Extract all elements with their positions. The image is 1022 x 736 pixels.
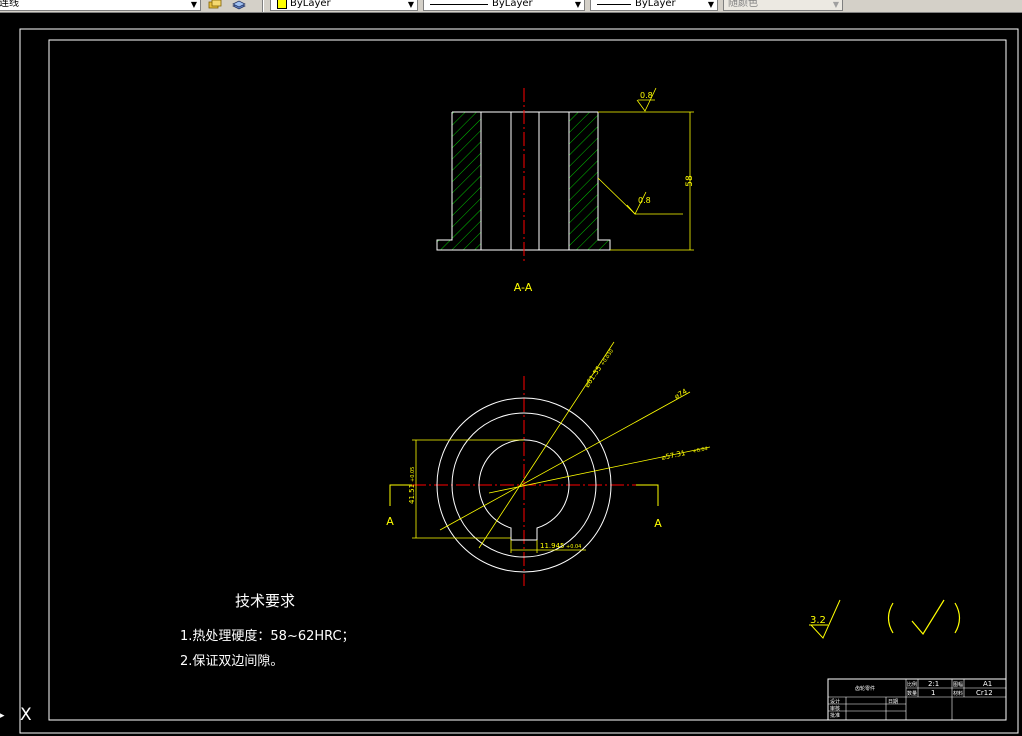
approver-label: 批准	[830, 712, 840, 719]
hatch-flange-left	[437, 240, 452, 250]
ucs-arrow-icon: ▸	[0, 711, 5, 721]
plotstyle-dropdown[interactable]: 随颜色 ▼	[723, 0, 843, 11]
part-name: 齿轮零件	[855, 685, 875, 692]
sheet-value: A1	[983, 680, 992, 688]
tech-title: 技术要求	[235, 592, 295, 610]
linetype-sample	[430, 3, 488, 5]
layer-previous-icon[interactable]	[232, 0, 246, 10]
chevron-down-icon: ▼	[832, 0, 840, 9]
qty-label: 数量	[907, 690, 917, 697]
paren-right	[954, 602, 961, 634]
color-dropdown[interactable]: ByLayer ▼	[270, 0, 418, 11]
roughness-leader	[597, 177, 636, 215]
chevron-down-icon: ▼	[574, 0, 582, 9]
checker-label: 审核	[830, 705, 840, 712]
key-width-tol: +0.04	[566, 544, 581, 550]
tech-item-1: 1.热处理硬度：58~62HRC；	[180, 628, 355, 644]
scale-label: 比例	[907, 681, 917, 688]
dia-outer-leader	[439, 391, 691, 531]
view-label-left: A	[386, 515, 394, 528]
drawing-canvas[interactable]: 58 0.8 0.8 A-A A A ⌀61.55 +0.030 ⌀74 ⌀57…	[0, 12, 1022, 736]
top-view: A A ⌀61.55 +0.030 ⌀74 ⌀57.31 +0.04 41.51…	[386, 341, 711, 586]
dia-small-tol: +0.04	[692, 446, 708, 455]
hatch-left	[452, 112, 481, 250]
linetype2-value: ByLayer	[492, 0, 533, 9]
chevron-down-icon: ▼	[190, 0, 198, 9]
color-value: ByLayer	[290, 0, 331, 9]
designer-label: 设计	[830, 698, 840, 705]
vertical-dimension-text: 41.51	[408, 484, 416, 504]
linetype-bylayer-dropdown[interactable]: ByLayer ▼	[423, 0, 585, 11]
linetype-dropdown[interactable]: 连线 ▼	[0, 0, 201, 11]
default-roughness-text: 3.2	[810, 615, 826, 626]
date-label: 日期	[888, 699, 898, 705]
drawing-frame	[48, 39, 1007, 721]
technical-requirements: 技术要求 1.热处理硬度：58~62HRC； 2.保证双边间隙。	[180, 592, 355, 669]
lineweight-sample	[597, 3, 631, 5]
color-swatch	[277, 0, 287, 9]
ucs-icon: ▸ X	[0, 705, 32, 725]
qty-value: 1	[931, 689, 935, 697]
key-width-text: 11.945	[540, 542, 565, 550]
lineweight-dropdown[interactable]: ByLayer ▼	[590, 0, 718, 11]
paper-border	[19, 28, 1019, 734]
roughness-symbol-other	[911, 599, 945, 636]
ucs-x-label: X	[20, 705, 32, 725]
dia-outer-text: ⌀74	[673, 387, 689, 401]
material-value: Cr12	[976, 689, 993, 697]
tech-item-2: 2.保证双边间隙。	[180, 654, 283, 669]
vertical-dimension-tol: +0.05	[410, 467, 416, 482]
scale-value: 2:1	[928, 680, 939, 688]
section-view: 58 0.8 0.8 A-A	[436, 87, 695, 294]
hatch-right	[569, 112, 598, 250]
toolbar-separator	[262, 0, 264, 12]
dia-small-text: ⌀57.31	[661, 449, 686, 462]
dia-bore-text: ⌀61.55	[583, 365, 603, 390]
sheet-label: 图幅	[953, 681, 963, 688]
layer-states-icon[interactable]	[208, 0, 222, 10]
paren-left	[887, 602, 894, 634]
height-dimension-text: 58	[685, 175, 695, 187]
default-roughness: 3.2	[809, 599, 961, 639]
roughness-top-text: 0.8	[640, 91, 653, 100]
title-block: 齿轮零件 比例 2:1 图幅 A1 数量 1 材料 Cr12 设计 审核 批准 …	[827, 678, 1007, 721]
plotstyle-value: 随颜色	[728, 0, 758, 9]
section-label: A-A	[514, 281, 533, 294]
material-label: 材料	[953, 690, 963, 697]
linetype-value: 连线	[0, 0, 19, 9]
lineweight-value: ByLayer	[635, 0, 676, 9]
dia-bore-tol: +0.030	[600, 348, 615, 367]
chevron-down-icon: ▼	[707, 0, 715, 9]
chevron-down-icon: ▼	[407, 0, 415, 9]
cut-marker-right	[636, 484, 659, 506]
view-label-right: A	[654, 517, 662, 530]
hatch-flange-right	[598, 240, 610, 250]
roughness-inner-text: 0.8	[638, 196, 651, 205]
